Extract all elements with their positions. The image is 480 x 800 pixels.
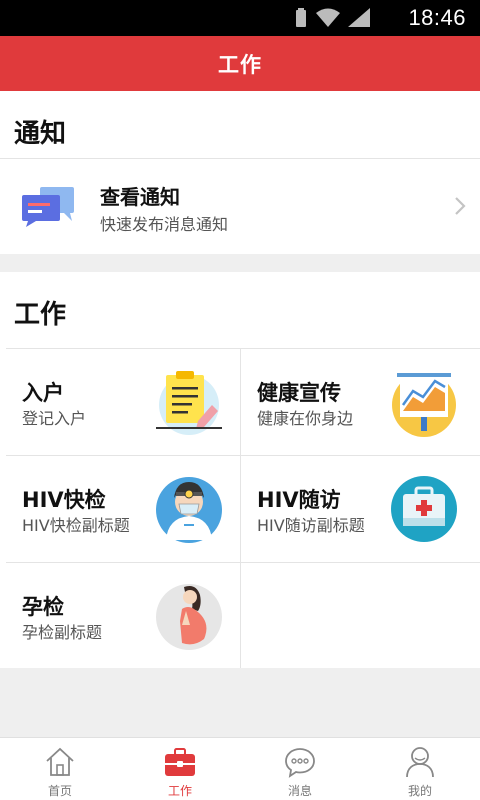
divider (240, 562, 241, 668)
notice-section: 通知 查看通知 快速发布消息通知 (0, 91, 480, 254)
tile-health-promotion[interactable]: 健康宣传 健康在你身边 (241, 349, 475, 455)
tile-hiv-rapid-test[interactable]: HIV快检 HIV快检副标题 (6, 456, 240, 562)
nav-label: 首页 (47, 784, 72, 798)
view-notices-item[interactable]: 查看通知 快速发布消息通知 (0, 159, 480, 254)
home-icon (46, 747, 74, 776)
bottom-nav: 首页 工作 消息 我的 (0, 737, 480, 800)
tile-subtitle: HIV快检副标题 (22, 516, 130, 535)
nav-home[interactable]: 首页 (0, 738, 120, 800)
nav-label: 工作 (167, 784, 192, 798)
work-section: 工作 入户 登记入户 健康宣传 健康在你身边 HIV快检 HIV快检副标题 HI… (0, 272, 480, 668)
chart-board-icon (392, 373, 456, 437)
chat-bubbles-icon (22, 187, 74, 227)
pregnant-woman-icon (156, 584, 222, 650)
message-icon (285, 748, 315, 778)
briefcase-icon (165, 748, 195, 776)
app-header: 工作 (0, 36, 480, 91)
tile-title: HIV随访 (257, 488, 341, 512)
work-section-title: 工作 (14, 300, 67, 330)
status-time: 18:46 (408, 5, 466, 30)
medical-kit-icon (391, 476, 457, 542)
nav-profile[interactable]: 我的 (360, 738, 480, 800)
page-title: 工作 (218, 52, 262, 77)
tile-subtitle: 孕检副标题 (22, 623, 103, 642)
tile-title: HIV快检 (22, 488, 106, 512)
clipboard-icon (156, 371, 222, 435)
status-bar: 18:46 (0, 0, 480, 36)
tile-pregnancy-check[interactable]: 孕检 孕检副标题 (6, 563, 240, 669)
notice-item-subtitle: 快速发布消息通知 (100, 215, 229, 234)
battery-icon (296, 8, 306, 27)
notice-item-title: 查看通知 (100, 185, 180, 209)
doctor-icon (156, 477, 222, 543)
tile-subtitle: HIV随访副标题 (257, 516, 365, 535)
nav-messages[interactable]: 消息 (240, 738, 360, 800)
tile-title: 孕检 (22, 595, 64, 619)
tile-household[interactable]: 入户 登记入户 (6, 349, 240, 455)
tile-hiv-follow-up[interactable]: HIV随访 HIV随访副标题 (241, 456, 475, 562)
nav-label: 我的 (407, 784, 432, 798)
wifi-icon (316, 8, 340, 27)
user-icon (406, 747, 434, 778)
chevron-right-icon (455, 197, 466, 215)
notice-section-title: 通知 (14, 119, 67, 149)
tile-subtitle: 登记入户 (22, 409, 87, 428)
nav-label: 消息 (287, 784, 312, 798)
nav-work[interactable]: 工作 (120, 738, 240, 800)
tile-subtitle: 健康在你身边 (257, 409, 354, 428)
tile-title: 健康宣传 (257, 381, 341, 405)
cell-signal-icon (348, 8, 370, 27)
tile-title: 入户 (22, 381, 64, 405)
status-icons (296, 8, 370, 27)
